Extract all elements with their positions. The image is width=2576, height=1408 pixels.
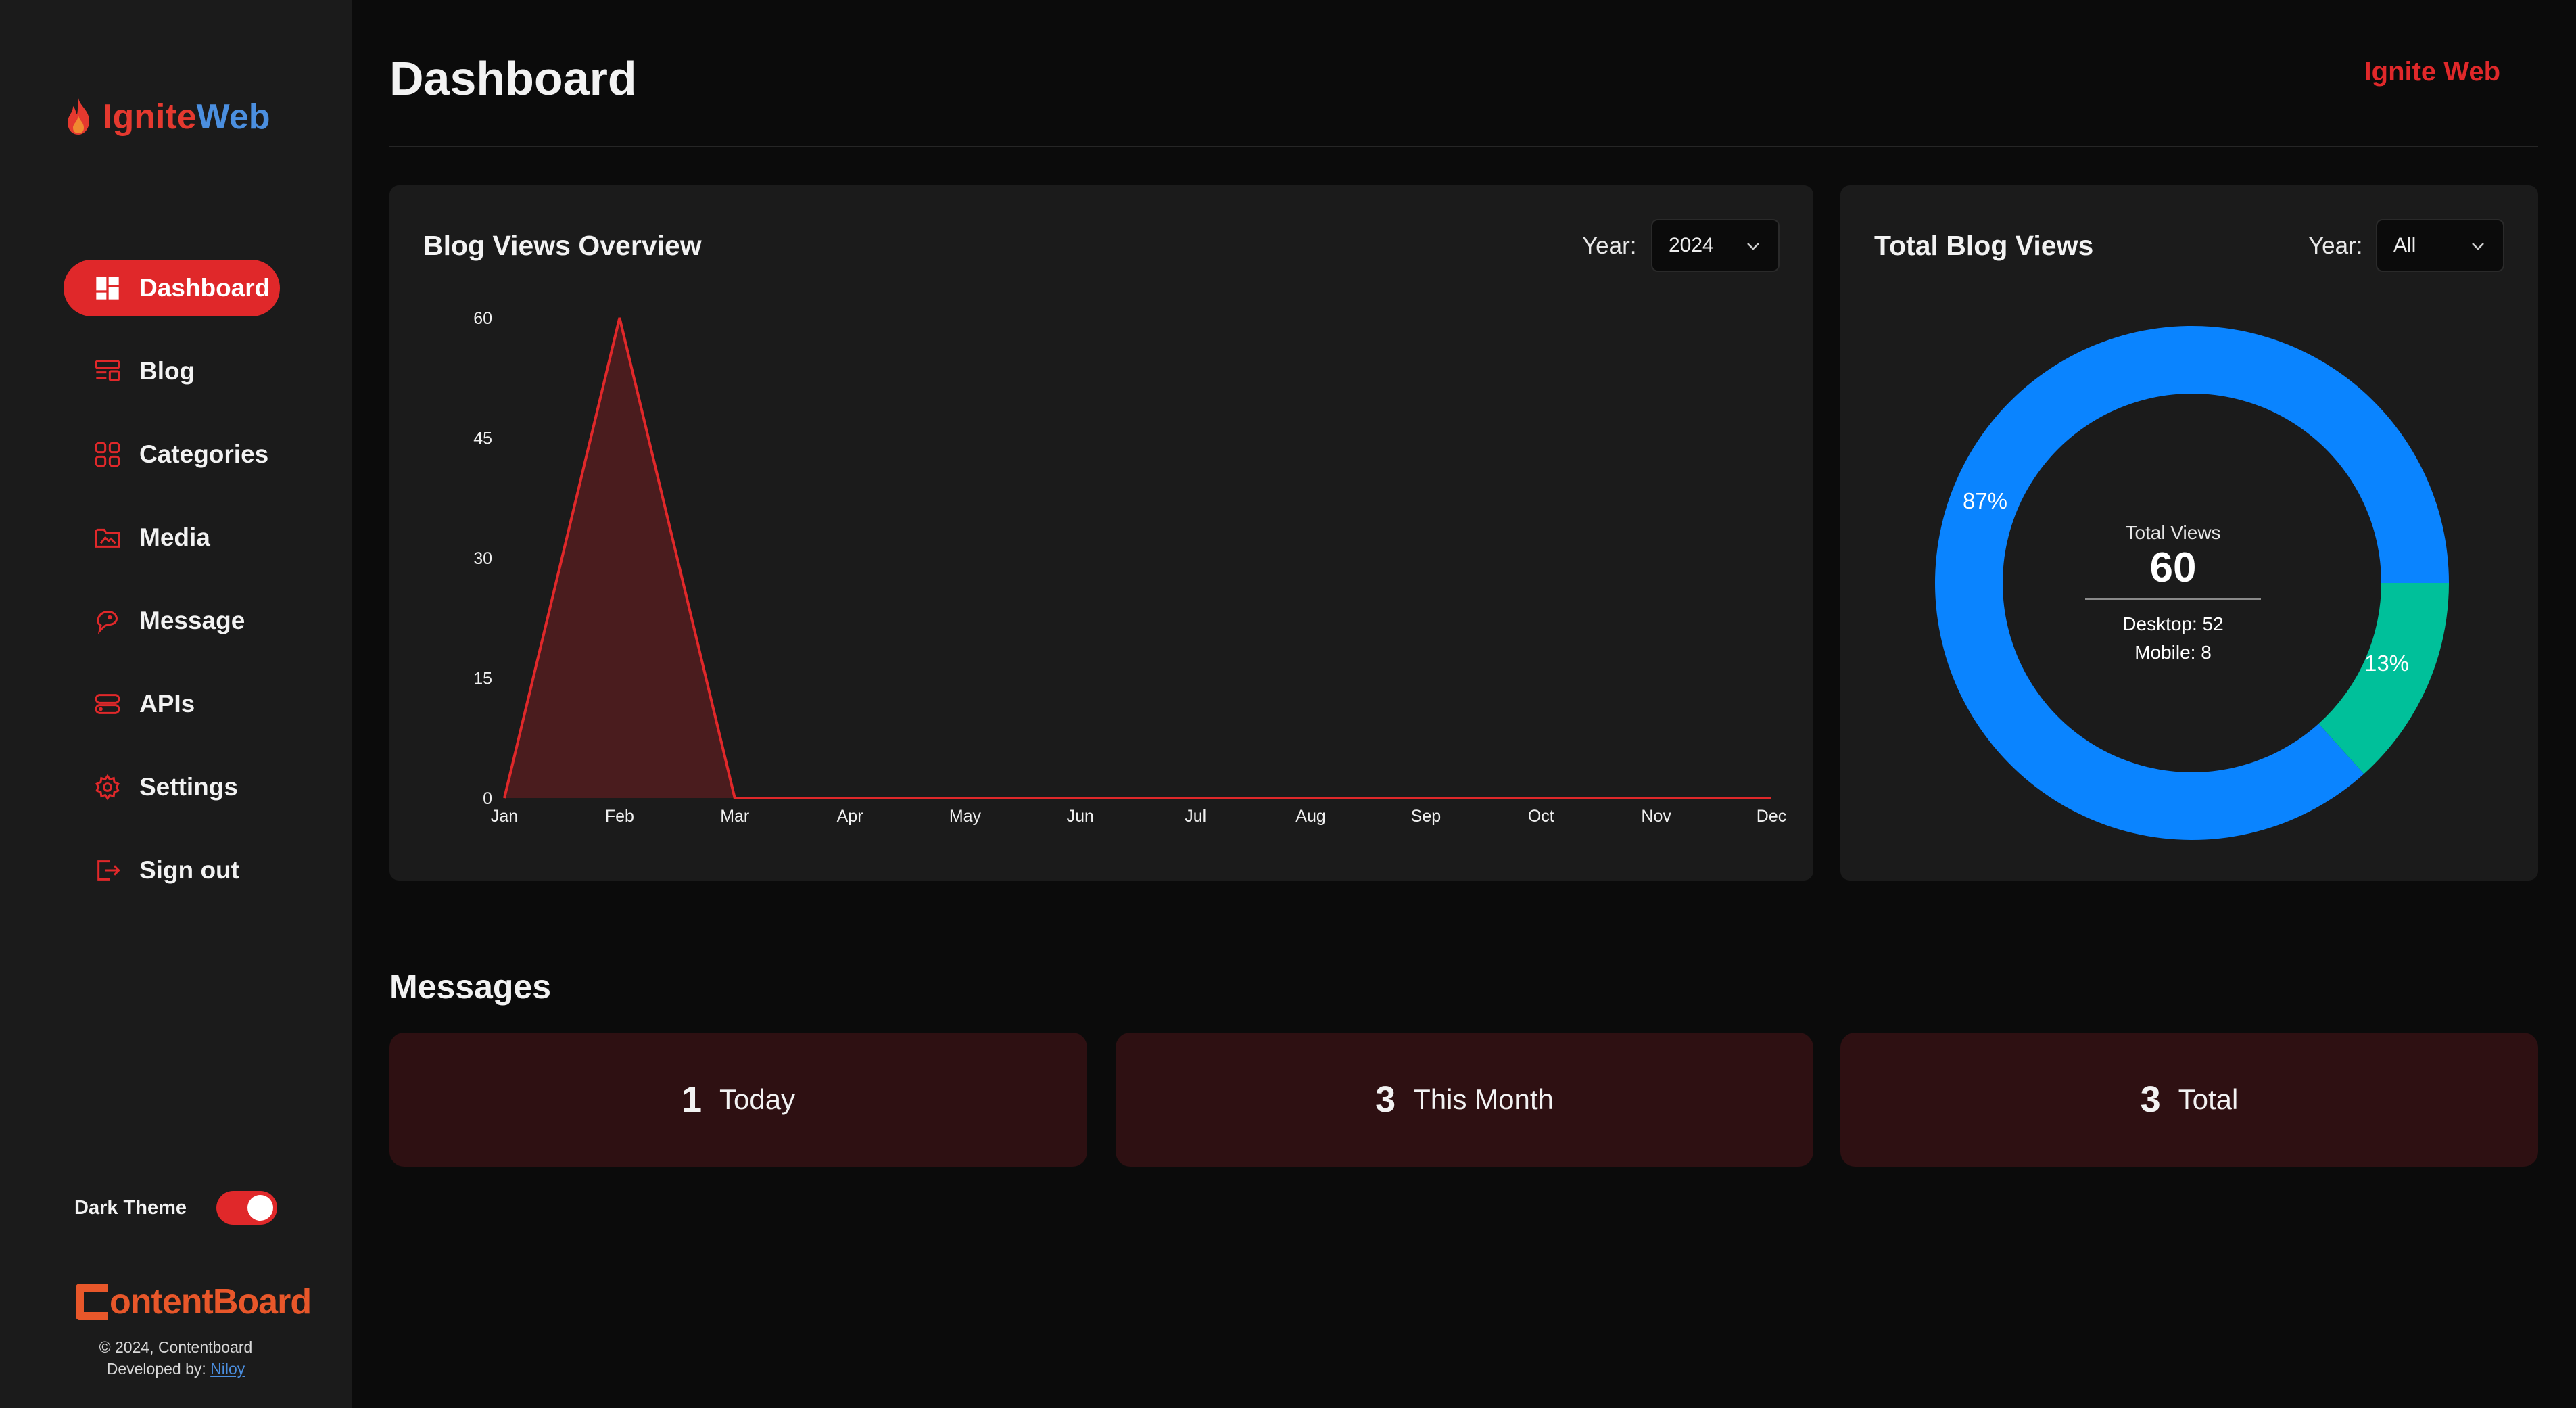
sidebar-item-label: Settings <box>139 773 238 801</box>
donut-label-desktop: 87% <box>1963 488 2007 513</box>
sidebar-item-label: Media <box>139 523 210 551</box>
message-count: 3 <box>1375 1079 1396 1120</box>
theme-switch-row: Dark Theme <box>74 1189 277 1227</box>
y-tick-label: 15 <box>473 670 492 688</box>
sidebar-item-label: Dashboard <box>139 274 270 302</box>
sidebar-item-blog[interactable]: Blog <box>64 343 280 400</box>
toggle-knob <box>247 1195 273 1221</box>
donut-center: Total Views 60 Desktop: 52 Mobile: 8 <box>2072 522 2274 666</box>
sidebar-item-label: Blog <box>139 357 195 385</box>
brand-logo[interactable]: IgniteWeb <box>62 93 270 141</box>
copyright-text: © 2024, Contentboard <box>99 1338 253 1356</box>
sidebar-item-sign-out[interactable]: Sign out <box>64 842 280 899</box>
dark-theme-toggle[interactable] <box>216 1191 277 1225</box>
messages-title: Messages <box>389 968 552 1006</box>
x-tick-label: Dec <box>1757 807 1786 826</box>
x-tick-label: Nov <box>1641 807 1671 826</box>
sidebar-item-categories[interactable]: Categories <box>64 426 280 483</box>
sidebar-item-message[interactable]: Message <box>64 592 280 649</box>
developer-link[interactable]: Niloy <box>210 1360 245 1378</box>
message-count: 3 <box>2140 1079 2161 1120</box>
message-period-label: Total <box>2178 1083 2239 1115</box>
sidebar-item-dashboard[interactable]: Dashboard <box>64 260 280 316</box>
message-period-label: This Month <box>1413 1083 1554 1115</box>
message-count: 1 <box>681 1079 702 1120</box>
messages-today-card[interactable]: 1 Today <box>389 1033 1087 1167</box>
contentboard-logo: ontentBoard <box>76 1282 312 1322</box>
contentboard-logo-mark <box>76 1284 108 1320</box>
contentboard-logo-text: ontentBoard <box>110 1282 312 1321</box>
flame-icon <box>68 98 89 135</box>
sidebar-item-apis[interactable]: APIs <box>64 676 280 732</box>
sidebar-item-settings[interactable]: Settings <box>64 759 280 816</box>
sidebar-item-media[interactable]: Media <box>64 509 280 566</box>
x-tick-label: Apr <box>837 807 863 826</box>
blog-icon <box>93 357 122 385</box>
brand-name-part1: Ignite <box>103 97 197 137</box>
header-divider <box>389 146 2538 147</box>
x-tick-label: May <box>949 807 982 826</box>
gear-icon <box>93 773 122 801</box>
page-title: Dashboard <box>389 52 637 105</box>
views-area-chart: 0 15 30 45 60 Jan Feb Mar Apr May Jun Jul Aug Sep Oct N… <box>473 309 1786 826</box>
center-divider <box>2085 598 2261 600</box>
message-icon <box>93 607 122 635</box>
mobile-count: Mobile: 8 <box>2134 642 2212 663</box>
y-tick-label: 45 <box>473 429 492 448</box>
x-tick-label: Sep <box>1411 807 1441 826</box>
total-views-card: Total Blog Views Year: All 87% 13% Total … <box>1840 185 2538 881</box>
brand-name-part2: Web <box>196 97 270 137</box>
donut-slice-mobile[interactable] <box>2318 583 2449 774</box>
x-tick-label: Jun <box>1067 807 1094 826</box>
header-brand-link[interactable]: Ignite Web <box>2364 57 2500 87</box>
developed-by-line: Developed by: Niloy <box>0 1358 352 1380</box>
y-tick-label: 0 <box>483 789 492 808</box>
total-views-label: Total Views <box>2125 522 2221 543</box>
total-views-value: 60 <box>2149 544 2197 591</box>
messages-month-card[interactable]: 3 This Month <box>1116 1033 1813 1167</box>
sign-out-icon <box>93 856 122 885</box>
x-tick-label: Jul <box>1185 807 1206 826</box>
sidebar-item-label: Message <box>139 607 245 634</box>
sidebar-item-label: Sign out <box>139 856 239 884</box>
blog-views-card: Blog Views Overview Year: 2024 0 15 30 45 60… <box>389 185 1813 881</box>
x-tick-label: Oct <box>1528 807 1554 826</box>
sidebar-item-label: APIs <box>139 690 195 718</box>
donut-label-mobile: 13% <box>2364 651 2409 676</box>
sidebar: IgniteWeb Dashboard Blog Categories Medi… <box>0 0 352 1408</box>
message-period-label: Today <box>719 1083 796 1115</box>
x-tick-label: Mar <box>720 807 749 826</box>
desktop-count: Desktop: 52 <box>2122 613 2224 634</box>
sidebar-item-label: Categories <box>139 440 269 468</box>
media-icon <box>93 523 122 552</box>
area-fill <box>504 318 1771 798</box>
sidebar-nav: Dashboard Blog Categories Media Message <box>64 260 280 925</box>
messages-total-card[interactable]: 3 Total <box>1840 1033 2538 1167</box>
x-tick-label: Jan <box>491 807 518 826</box>
categories-icon <box>93 440 122 469</box>
y-tick-label: 60 <box>473 309 492 328</box>
developed-by-label: Developed by: <box>106 1360 206 1378</box>
y-tick-label: 30 <box>473 549 492 568</box>
theme-label: Dark Theme <box>74 1196 187 1219</box>
copyright: © 2024, Contentboard Developed by: Niloy <box>0 1336 352 1380</box>
x-tick-label: Feb <box>605 807 634 826</box>
x-tick-label: Aug <box>1295 807 1325 826</box>
dashboard-icon <box>93 274 122 302</box>
apis-icon <box>93 690 122 718</box>
